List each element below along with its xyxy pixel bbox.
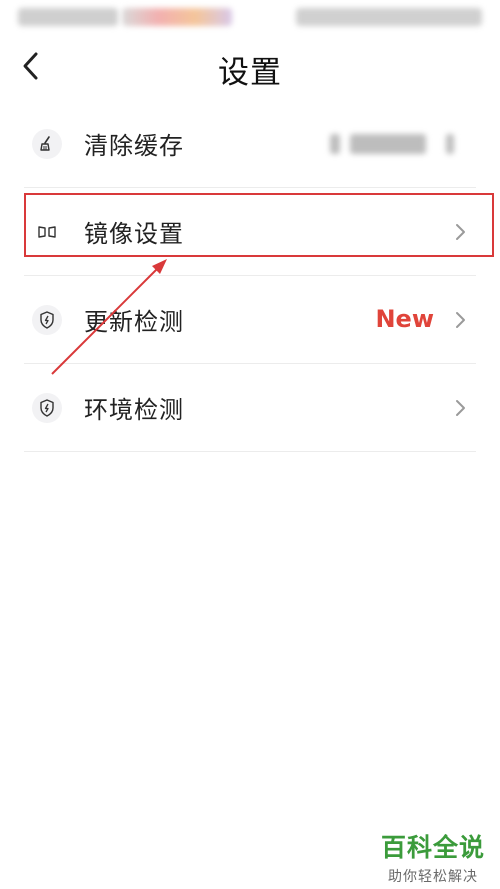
brand-subtitle: 助你轻松解决: [388, 869, 478, 885]
header: 设置: [0, 34, 500, 100]
chevron-right-icon: [456, 399, 465, 416]
new-badge: New: [375, 304, 434, 333]
highlight-box: [24, 193, 494, 257]
settings-list: 清除缓存 镜像设置 更新检测 New 环境检测: [0, 100, 500, 452]
shield-icon: [32, 392, 62, 423]
settings-item-label: 清除缓存: [84, 132, 184, 160]
shield-icon: [32, 304, 62, 335]
brand-title: 百科全说: [380, 833, 485, 862]
settings-item-clear-cache[interactable]: 清除缓存: [24, 100, 476, 188]
page-title: 设置: [218, 55, 282, 91]
watermark-brand: 百科全说 助你轻松解决: [378, 828, 488, 886]
status-bar: [0, 0, 500, 34]
broom-icon: [32, 128, 62, 159]
settings-item-update-check[interactable]: 更新检测 New: [24, 276, 476, 364]
settings-item-label: 更新检测: [84, 308, 184, 336]
settings-item-label: 环境检测: [84, 396, 184, 424]
cache-size-value: [330, 133, 458, 154]
status-bar-right-blur: [296, 8, 482, 26]
status-bar-left-blur-colored: [122, 8, 232, 26]
chevron-right-icon: [456, 311, 465, 328]
settings-item-environment-check[interactable]: 环境检测: [24, 364, 476, 452]
status-bar-left-blur: [18, 8, 118, 26]
